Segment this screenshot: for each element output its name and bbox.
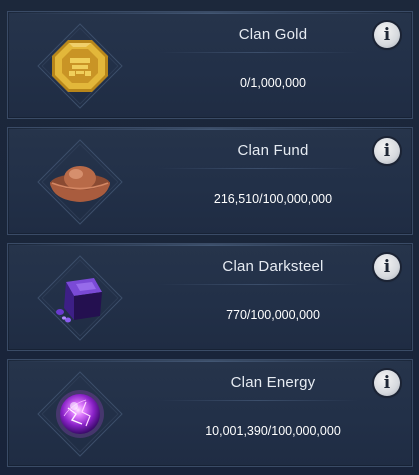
info-button[interactable]: i bbox=[374, 22, 400, 48]
resource-title: Clan Energy bbox=[230, 374, 316, 391]
clan-gold-coin-icon bbox=[36, 22, 124, 110]
resource-title: Clan Darksteel bbox=[222, 258, 324, 275]
resource-row-clan-darksteel: Clan Darksteel 770/100,000,000 i bbox=[7, 243, 413, 351]
info-icon: i bbox=[383, 257, 391, 277]
resource-title: Clan Gold bbox=[238, 26, 308, 43]
resource-row-clan-energy: Clan Energy 10,001,390/100,000,000 i bbox=[7, 359, 413, 467]
resource-value: 0/1,000,000 bbox=[239, 76, 307, 90]
info-button[interactable]: i bbox=[374, 370, 400, 396]
resource-value: 10,001,390/100,000,000 bbox=[205, 424, 341, 438]
info-icon: i bbox=[383, 25, 391, 45]
info-icon: i bbox=[383, 141, 391, 161]
resource-row-clan-gold: Clan Gold 0/1,000,000 i bbox=[7, 11, 413, 119]
divider bbox=[158, 400, 358, 401]
divider bbox=[158, 168, 358, 169]
clan-darksteel-cube-icon bbox=[36, 254, 124, 342]
resource-row-clan-fund: Clan Fund 216,510/100,000,000 i bbox=[7, 127, 413, 235]
info-icon: i bbox=[383, 373, 391, 393]
resource-value: 216,510/100,000,000 bbox=[213, 192, 333, 206]
divider bbox=[158, 284, 358, 285]
divider bbox=[158, 52, 358, 53]
clan-energy-orb-icon bbox=[36, 370, 124, 458]
info-button[interactable]: i bbox=[374, 254, 400, 280]
resource-title: Clan Fund bbox=[237, 142, 309, 159]
info-button[interactable]: i bbox=[374, 138, 400, 164]
clan-resources-list: Clan Gold 0/1,000,000 i Clan Fund 216,51… bbox=[0, 0, 419, 475]
clan-fund-ingot-icon bbox=[36, 138, 124, 226]
resource-value: 770/100,000,000 bbox=[226, 308, 320, 322]
